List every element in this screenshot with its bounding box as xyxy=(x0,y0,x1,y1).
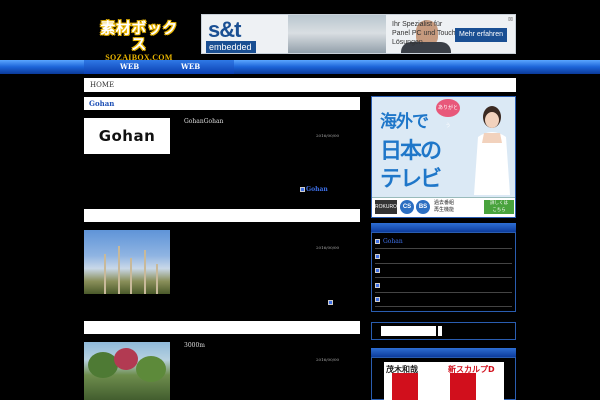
ad-footer-text-1: 過去番組 xyxy=(434,200,455,206)
top-banner-ad[interactable]: s&t embedded Ihr Spezialist für Panel PC… xyxy=(201,14,516,54)
ad-line-3: テレビ xyxy=(380,167,442,192)
ad-details-button[interactable]: 詳しくは こちら xyxy=(484,200,514,214)
ad2-product-image xyxy=(392,373,418,400)
ad-details-text-1: 詳しくは xyxy=(490,201,508,206)
ad2-header-bar xyxy=(371,348,516,357)
ad-brand: s&t xyxy=(208,17,241,42)
arrow-square-icon xyxy=(375,239,380,244)
category-header-bar xyxy=(371,223,516,232)
post-thumbnail-1[interactable]: Gohan xyxy=(84,118,170,154)
breadcrumb: HOME xyxy=(84,78,516,92)
category-label: Gohan xyxy=(383,238,403,245)
nav-item-web-2[interactable]: WEB xyxy=(181,60,200,74)
ad2-product-image xyxy=(450,373,476,400)
arrow-square-icon xyxy=(375,254,380,259)
ad-line-1: 海外で xyxy=(380,112,429,132)
ad-woman-figure xyxy=(474,106,510,195)
ad-cta-button[interactable]: Mehr erfahren xyxy=(455,28,507,42)
category-item[interactable] xyxy=(375,250,512,264)
ad-service-logo: ROKUROKU xyxy=(375,200,404,214)
arrow-square-icon xyxy=(375,283,380,288)
ad-footer-text-2: 再生機能 xyxy=(434,207,455,213)
section-title-bar: Gohan xyxy=(84,97,360,110)
more-link-text: Gohan xyxy=(306,186,328,193)
search-box xyxy=(371,322,516,340)
site-logo[interactable]: 素材ボックス SOZAIBOX.COM xyxy=(98,19,180,62)
arrow-square-icon xyxy=(300,187,305,192)
header: 素材ボックス SOZAIBOX.COM s&t embedded Ihr Spe… xyxy=(0,0,600,62)
category-item[interactable] xyxy=(375,279,512,293)
post-thumbnail-2[interactable] xyxy=(84,230,170,294)
section-bar-3 xyxy=(84,321,360,334)
search-button[interactable] xyxy=(438,326,442,336)
gohan-logo-image: Gohan xyxy=(84,118,170,154)
tree-shape xyxy=(136,356,166,382)
post-date-2: 2016/00/00 xyxy=(316,245,340,250)
reed-stem xyxy=(104,254,106,294)
ad-photo xyxy=(288,15,451,53)
post-more-icon-2[interactable] xyxy=(328,300,333,305)
post-date-3: 2016/00/00 xyxy=(316,357,340,362)
section-title: Gohan xyxy=(89,99,115,108)
reed-stem xyxy=(144,250,146,294)
bs-badge: BS xyxy=(416,200,430,214)
category-item-gohan[interactable]: Gohan xyxy=(375,235,512,249)
sidebar-ad[interactable]: ありがとう 海外で 日本の テレビ ROKUROKU CS BS 過去番組 再生… xyxy=(371,96,516,218)
ad-brand-sub: embedded xyxy=(206,41,256,53)
reed-stem xyxy=(130,258,132,294)
arrow-square-icon xyxy=(375,268,380,273)
logo-jp-text: 素材ボックス xyxy=(100,19,178,53)
reed-stem xyxy=(156,264,158,294)
ad-bubble: ありがとう xyxy=(436,99,460,129)
ad-footer-text: 過去番組 再生機能 xyxy=(434,200,454,214)
nav-active-region xyxy=(84,60,234,74)
garden-photo xyxy=(84,342,170,400)
post-title-1[interactable]: GohanGohan xyxy=(184,118,223,125)
ad-close-icon[interactable]: ⊠ xyxy=(508,16,513,23)
ad-text: Ihr Spezialist für Panel PC und Touch-Lö… xyxy=(392,21,459,46)
post-thumbnail-3[interactable] xyxy=(84,342,170,400)
ad-footer: ROKUROKU CS BS 過去番組 再生機能 詳しくは こちら xyxy=(372,197,515,217)
nav-item-web-1[interactable]: WEB xyxy=(120,60,139,74)
reed-stem xyxy=(118,246,120,294)
post-more-link-1[interactable]: Gohan xyxy=(300,186,328,193)
search-input[interactable] xyxy=(381,326,436,336)
post-date-1: 2016/00/00 xyxy=(316,133,340,138)
cs-badge: CS xyxy=(400,200,414,214)
category-item[interactable] xyxy=(375,264,512,278)
breadcrumb-home-link[interactable]: HOME xyxy=(90,81,114,89)
post-title-3[interactable]: 3000m xyxy=(184,342,205,349)
tree-shape xyxy=(114,348,138,370)
reeds-photo xyxy=(84,230,170,294)
sidebar-ad-2[interactable]: 茂木和哉 新スカルプD xyxy=(384,362,504,400)
ad-details-text-2: こちら xyxy=(492,208,506,213)
arrow-square-icon xyxy=(375,297,380,302)
category-item[interactable] xyxy=(375,293,512,307)
section-bar-2 xyxy=(84,209,360,222)
gohan-logo-text: Gohan xyxy=(98,127,156,145)
